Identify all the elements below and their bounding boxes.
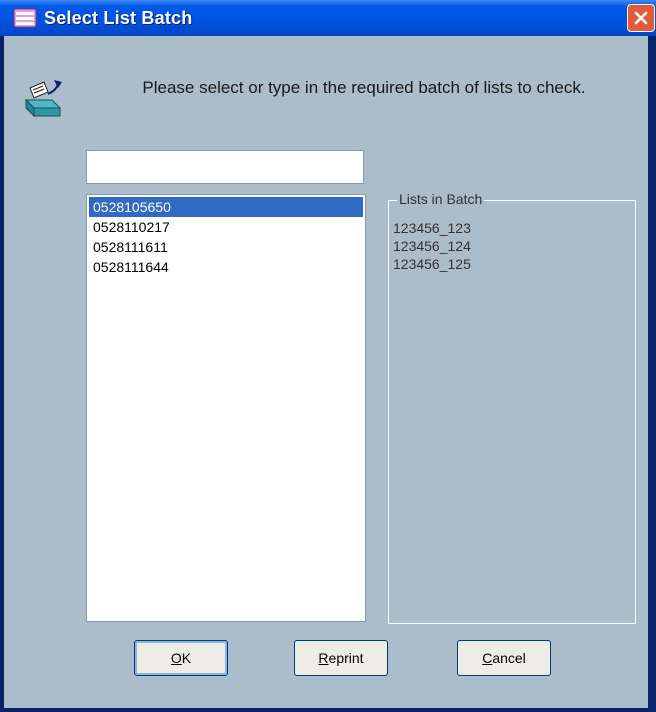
- ok-label-rest: K: [181, 650, 192, 666]
- batch-list-item[interactable]: 0528111611: [89, 237, 363, 257]
- close-button[interactable]: [627, 4, 655, 32]
- list-in-batch-item: 123456_123: [393, 220, 471, 236]
- lists-in-batch-group: Lists in Batch 123456_123 123456_124 123…: [388, 191, 636, 624]
- batch-list-item[interactable]: 0528110217: [89, 217, 363, 237]
- list-in-batch-item: 123456_124: [393, 238, 471, 254]
- title-bar[interactable]: Select List Batch: [0, 0, 656, 36]
- window-title: Select List Batch: [44, 8, 193, 28]
- reprint-label-rest: eprint: [328, 650, 364, 666]
- close-icon: [634, 11, 648, 25]
- lists-in-batch-label: Lists in Batch: [397, 191, 485, 207]
- reprint-mnemonic: R: [318, 650, 329, 666]
- list-in-batch-item: 123456_125: [393, 256, 471, 272]
- cancel-button[interactable]: Cancel: [457, 640, 551, 676]
- batch-list-item[interactable]: 0528105650: [89, 197, 363, 217]
- ok-mnemonic: O: [170, 650, 182, 666]
- batch-list-item[interactable]: 0528111644: [89, 257, 363, 277]
- ok-button[interactable]: OK: [134, 640, 228, 676]
- batch-listbox[interactable]: 0528105650 0528110217 0528111611 0528111…: [86, 194, 366, 622]
- reprint-button[interactable]: Reprint: [294, 640, 388, 676]
- printer-icon: [24, 80, 62, 118]
- window-app-icon: [13, 8, 37, 28]
- cancel-label-rest: ancel: [492, 650, 526, 666]
- lists-in-batch-items: 123456_123 123456_124 123456_125: [393, 219, 471, 273]
- cancel-mnemonic: C: [482, 650, 493, 666]
- dialog-client-area: Please select or type in the required ba…: [4, 36, 648, 708]
- instructions-text: Please select or type in the required ba…: [142, 78, 586, 97]
- dialog-window: Select List Batch Please select or type …: [0, 0, 656, 712]
- batch-input[interactable]: [86, 150, 364, 184]
